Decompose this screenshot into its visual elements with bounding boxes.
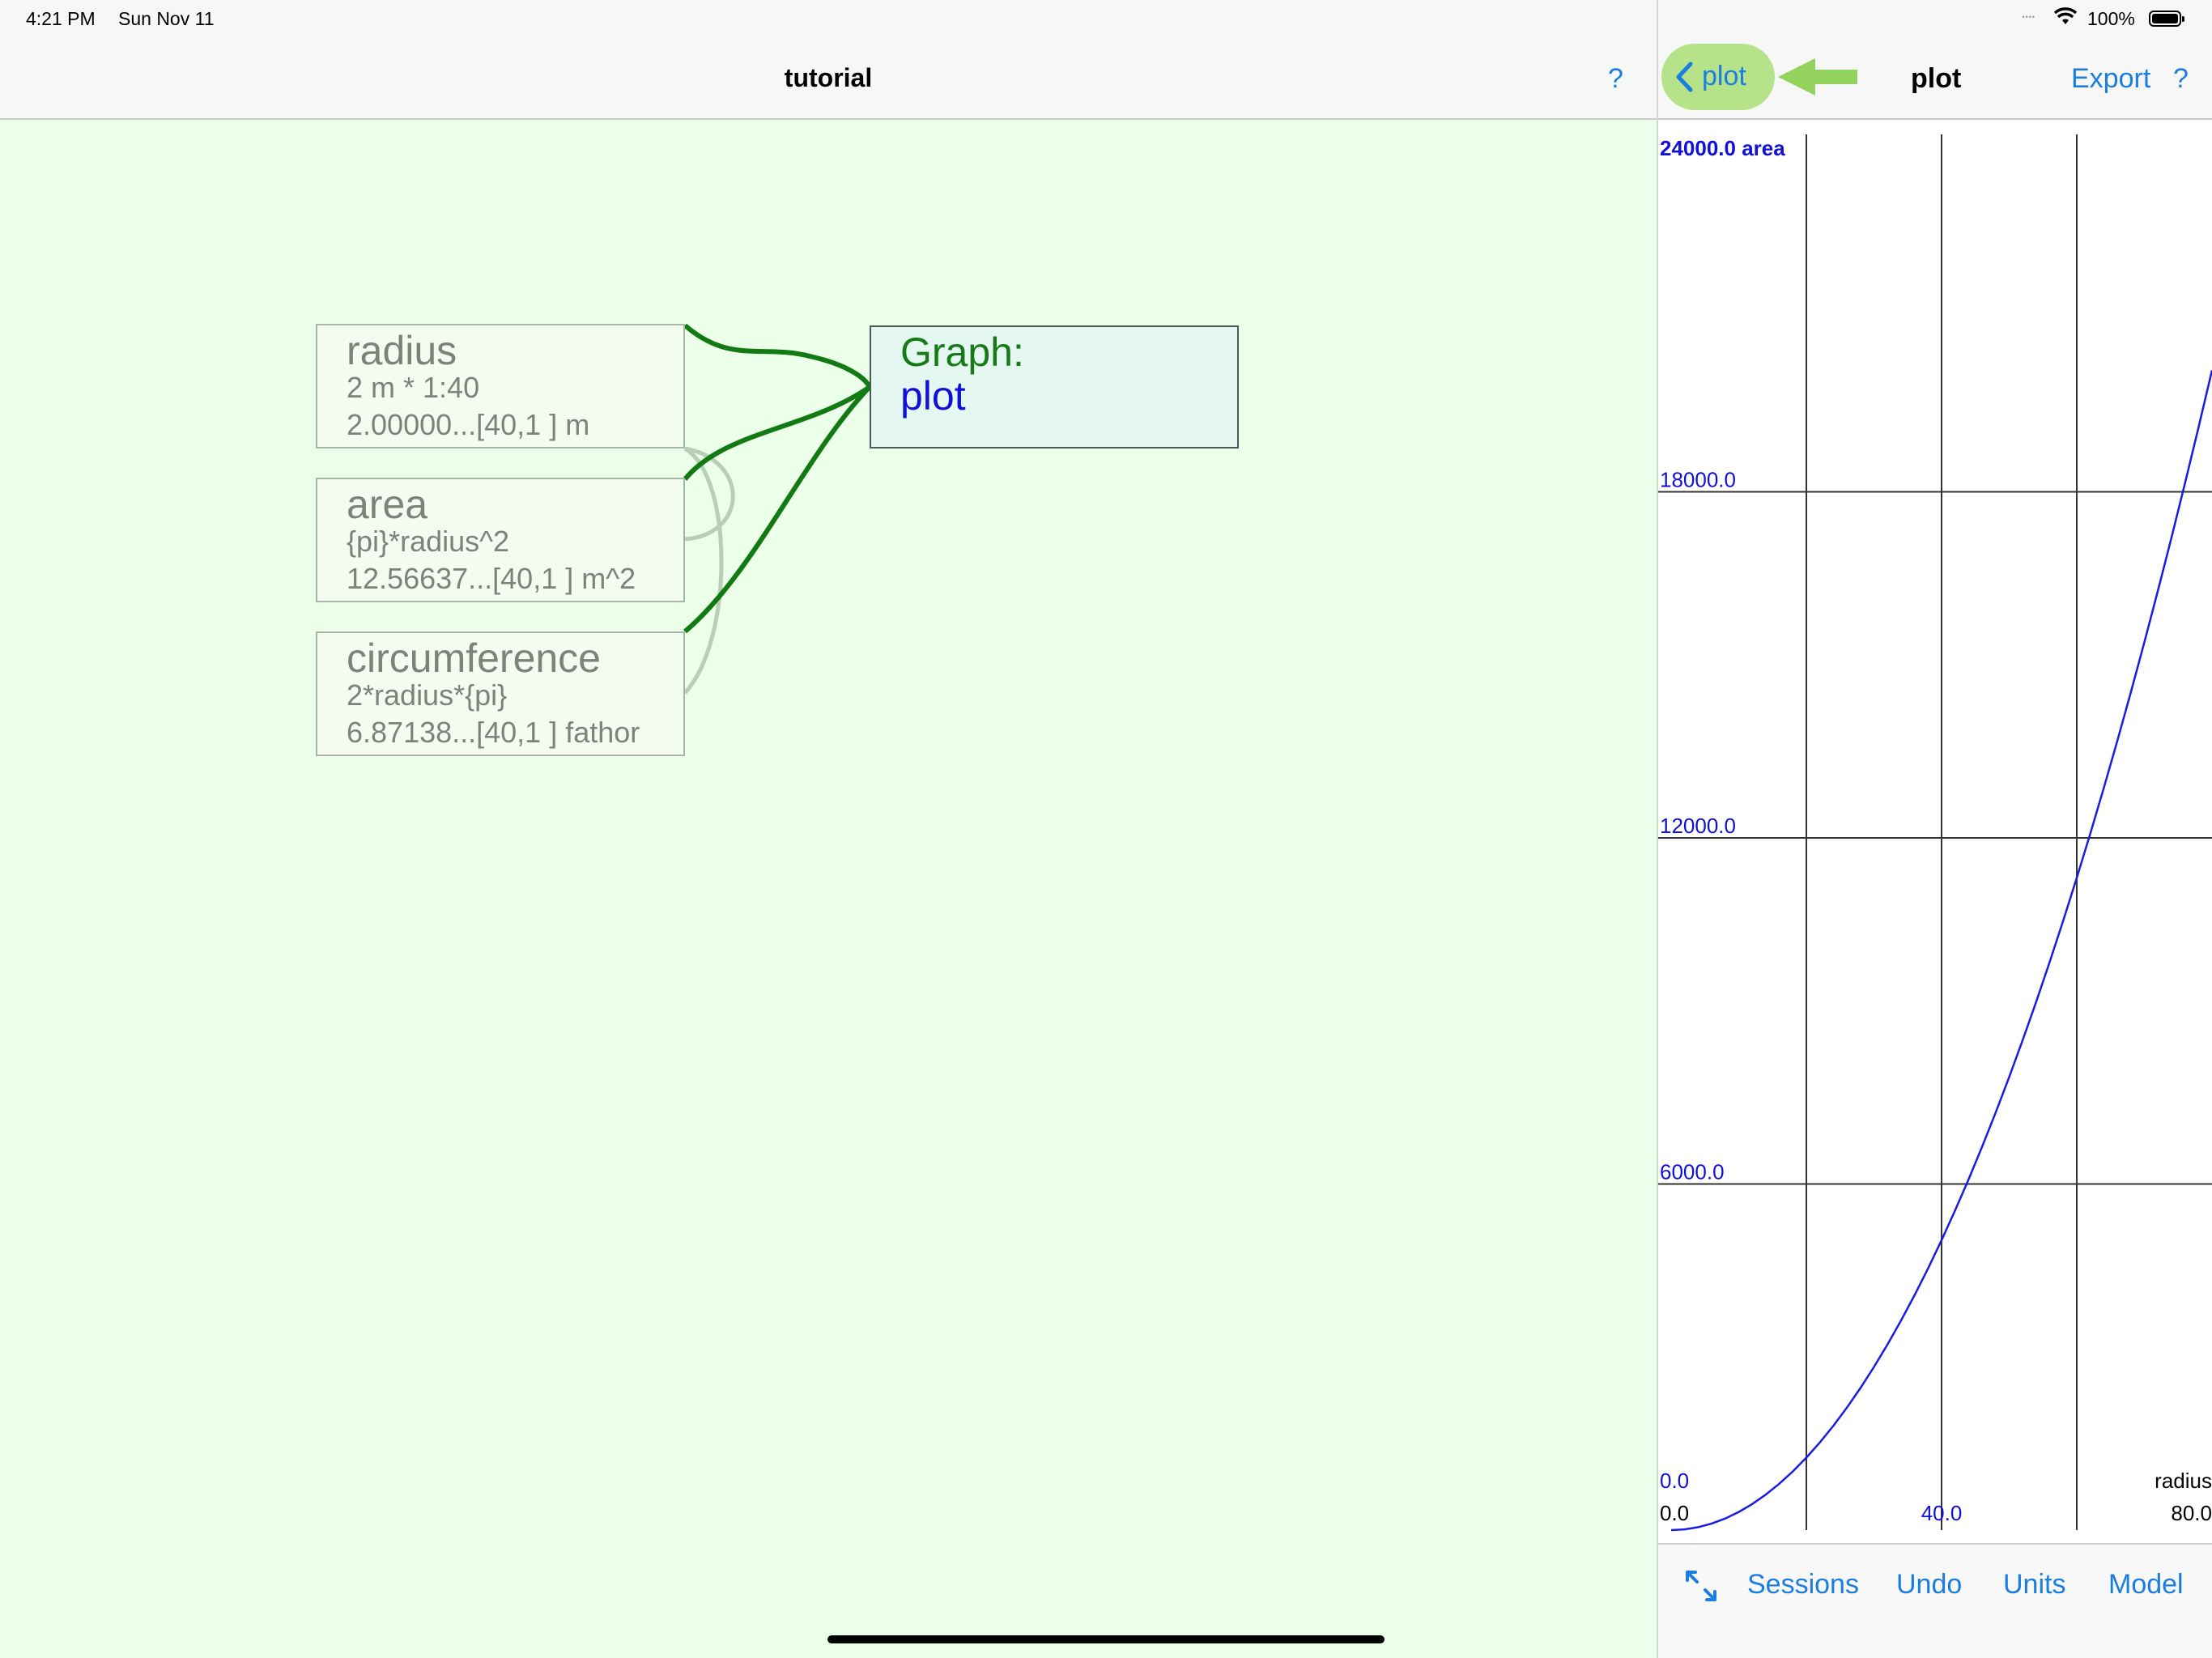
x-tick-label: 40.0	[1921, 1501, 1963, 1525]
node-formula: 2*radius*{pi}	[347, 678, 508, 712]
node-area[interactable]: area {pi}*radius^2 12.56637...[40,1 ] m^…	[316, 478, 685, 602]
node-radius[interactable]: radius 2 m * 1:40 2.00000...[40,1 ] m	[316, 324, 685, 449]
back-button-label: plot	[1702, 61, 1746, 91]
export-button[interactable]: Export	[2071, 63, 2150, 95]
bottom-toolbar: Sessions Undo Units Model	[1658, 1543, 2212, 1658]
wire-faint-circumference-radius	[683, 446, 724, 695]
node-value: 6.87138...[40,1 ] fathor	[347, 716, 640, 749]
plot-help-button[interactable]: ?	[2173, 63, 2189, 95]
node-name: circumference	[347, 636, 601, 681]
x-tick-label: 80.0	[2171, 1501, 2212, 1525]
connection-wires	[683, 323, 872, 695]
back-button[interactable]: plot	[1661, 44, 1775, 110]
status-time: 4:21 PM	[26, 8, 96, 29]
plot-pane: plot plot Export ? 0.0 6000.0 12000.0 18000…	[1658, 0, 2212, 1658]
undo-button[interactable]: Undo	[1896, 1569, 1962, 1601]
battery-icon	[2149, 11, 2184, 27]
x-tick-label: 0.0	[1660, 1501, 1689, 1525]
wifi-icon	[2053, 7, 2078, 24]
node-value: 12.56637...[40,1 ] m^2	[347, 562, 636, 595]
node-circumference[interactable]: circumference 2*radius*{pi} 6.87138...[4…	[316, 631, 685, 756]
expand-arrows-icon[interactable]	[1682, 1567, 1720, 1605]
status-bar: 4:21 PM Sun Nov 11 .... 100%	[0, 0, 2212, 39]
node-name: area	[347, 482, 428, 527]
y-tick-label: 6000.0	[1660, 1160, 1725, 1184]
wire-radius-plot	[683, 323, 872, 389]
y-tick-label: 0.0	[1660, 1469, 1689, 1493]
chevron-left-icon	[1676, 62, 1693, 92]
y-axis-label: 24000.0 area	[1660, 136, 1785, 160]
node-formula: {pi}*radius^2	[347, 525, 510, 558]
status-date: Sun Nov 11	[118, 8, 215, 29]
graph-node-label: Graph:	[900, 329, 1024, 375]
units-button[interactable]: Units	[2003, 1569, 2065, 1601]
node-value: 2.00000...[40,1 ] m	[347, 408, 590, 441]
home-indicator[interactable]	[827, 1635, 1385, 1643]
wire-faint-area-radius	[684, 446, 735, 542]
green-arrow-left-icon	[1778, 58, 1857, 96]
node-name: radius	[347, 328, 457, 373]
y-tick-label: 18000.0	[1660, 468, 1736, 492]
graph-node-name: plot	[900, 373, 966, 419]
multitasking-dots: ....	[2021, 2, 2036, 22]
model-pane: tutorial ? radius 2 m * 1:40 2.00000...[…	[0, 0, 1657, 1658]
battery-percent: 100%	[2087, 8, 2135, 29]
wire-circumference-plot	[683, 385, 872, 634]
node-graph-plot[interactable]: Graph: plot	[870, 325, 1239, 449]
node-formula: 2 m * 1:40	[347, 371, 480, 404]
model-button[interactable]: Model	[2108, 1569, 2184, 1601]
y-tick-label: 12000.0	[1660, 814, 1736, 838]
plot-title: plot	[1911, 63, 1962, 94]
x-axis-label: radius	[2155, 1469, 2212, 1493]
wire-area-plot	[683, 385, 871, 481]
sessions-button[interactable]: Sessions	[1747, 1569, 1859, 1601]
plot-chart[interactable]: 0.0 6000.0 12000.0 18000.0 24000.0 area 0.0 40…	[1658, 120, 2212, 1543]
